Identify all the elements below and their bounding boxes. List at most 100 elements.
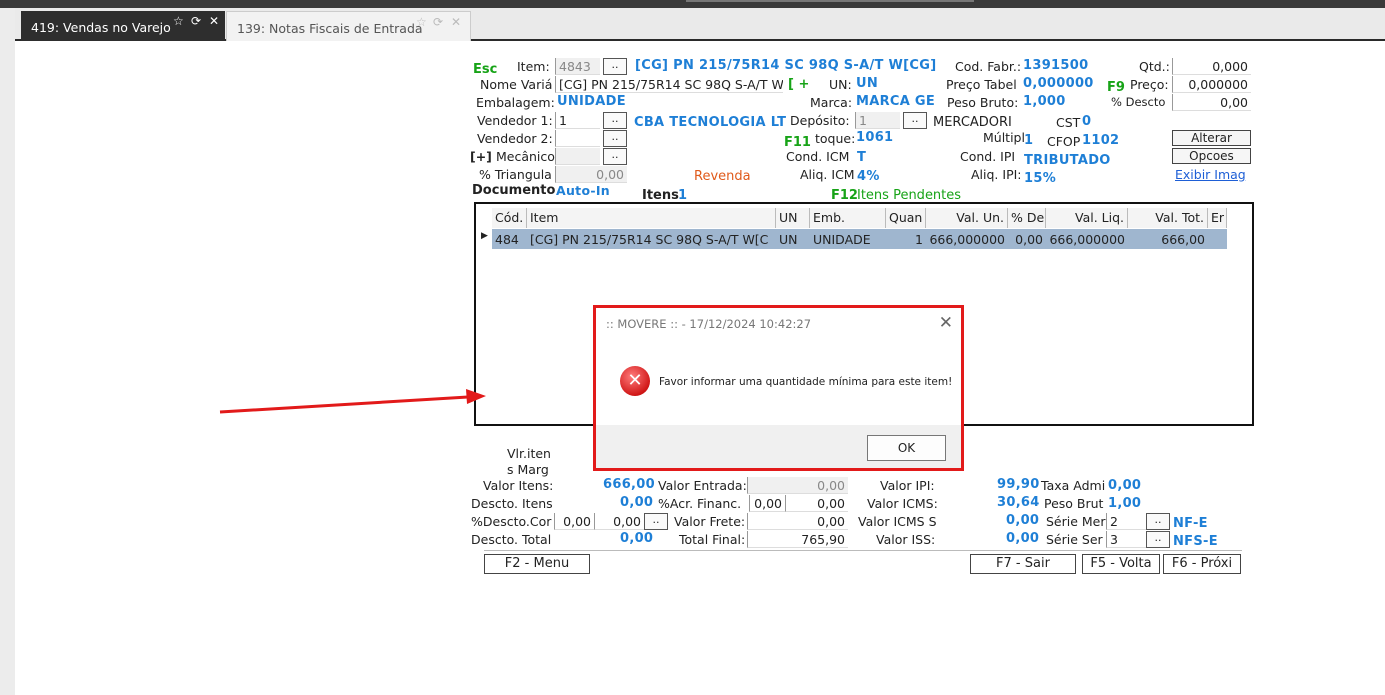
refresh-icon[interactable]: ⟳ <box>433 15 443 29</box>
descto-cor-value-field[interactable]: 0,00 <box>594 513 644 530</box>
nome-variacao-field[interactable]: [CG] PN 215/75R14 SC 98Q S-A/T W <box>555 76 783 93</box>
grid-header-quan[interactable]: Quan <box>886 208 926 228</box>
cond-icm-label: Cond. ICM <box>786 149 850 164</box>
cell-val-liq: 666,000000 <box>1049 232 1125 247</box>
mecanico-add-button[interactable]: [+] <box>470 149 492 164</box>
documento-value: Auto-In <box>556 183 610 198</box>
f9-hotkey: F9 <box>1107 80 1125 95</box>
dialog-message: Favor informar uma quantidade mínima par… <box>659 376 953 388</box>
left-side-strip <box>0 8 15 695</box>
opcoes-button[interactable]: Opcoes <box>1172 148 1251 164</box>
grid-header-emb[interactable]: Emb. <box>810 208 886 228</box>
refresh-icon[interactable]: ⟳ <box>191 14 201 28</box>
serie-ser-label: Série Ser <box>1046 532 1103 547</box>
cond-icm-value: T <box>857 150 867 165</box>
marca-value: MARCA GE <box>856 94 936 109</box>
peso-bruto-value: 1,000 <box>1023 94 1066 109</box>
pdescto-cor-field[interactable]: 0,00 <box>554 513 594 530</box>
grid-header-er[interactable]: Er <box>1208 208 1227 228</box>
total-final-field: 765,90 <box>747 531 848 548</box>
grid-header-val-liq[interactable]: Val. Liq. <box>1046 208 1128 228</box>
vendedor2-field[interactable] <box>555 130 600 147</box>
grid-header-val-un[interactable]: Val. Un. <box>926 208 1008 228</box>
grid-header-un[interactable]: UN <box>776 208 810 228</box>
f6-proximo-button[interactable]: F6 - Próxi <box>1163 554 1241 574</box>
deposito-field[interactable]: 1 <box>855 112 900 129</box>
tab-vendas-varejo[interactable]: 419: Vendas no Varejo ☆ ⟳ ✕ <box>21 11 225 41</box>
valor-iss-label: Valor ISS: <box>876 532 936 547</box>
aliq-ipi-value: 15% <box>1024 171 1057 186</box>
f7-sair-button[interactable]: F7 - Sair <box>970 554 1076 574</box>
vendedor2-lookup-button[interactable]: .. <box>603 130 627 147</box>
peso-bruto-label: Peso Bruto: <box>947 95 1019 110</box>
cst-label: CST <box>1056 115 1081 130</box>
exibir-imagem-link[interactable]: Exibir Imag <box>1175 167 1246 182</box>
mecanico-lookup-button[interactable]: .. <box>603 148 627 165</box>
tab-notas-fiscais[interactable]: 139: Notas Fiscais de Entrada ☆ ⟳ ✕ <box>226 11 471 41</box>
preco-tabel-value: 0,000000 <box>1023 76 1094 91</box>
marg-label: s Marg <box>507 462 549 477</box>
descto-total-value: 0,00 <box>620 531 654 546</box>
itens-pendentes-link[interactable]: Itens Pendentes <box>857 188 961 203</box>
address-bar-edge <box>686 0 974 2</box>
item-code-field[interactable]: 4843 <box>555 58 600 75</box>
grid-header-val-tot[interactable]: Val. Tot. <box>1128 208 1208 228</box>
mecanico-field[interactable] <box>555 148 600 165</box>
triangula-label: % Triangula <box>479 167 552 182</box>
grid-header-desc[interactable]: % De <box>1008 208 1046 228</box>
taxa-admi-label: Taxa Admi <box>1041 478 1106 493</box>
serie-ser-field[interactable]: 3 <box>1106 531 1146 548</box>
cod-fabr-value: 1391500 <box>1023 58 1089 73</box>
cell-quan: 1 <box>915 232 923 247</box>
preco-label: Preço: <box>1130 77 1169 92</box>
multipl-label: Múltipl <box>983 130 1025 145</box>
acr-financ-field[interactable]: 0,00 <box>749 495 785 512</box>
grid-header-cod[interactable]: Cód. <box>492 208 527 228</box>
dialog-content: ✕ Favor informar uma quantidade mínima p… <box>596 340 961 425</box>
item-description: [CG] PN 215/75R14 SC 98Q S-A/T W[CG] <box>635 58 937 73</box>
serie-mer-lookup-button[interactable]: .. <box>1146 513 1170 530</box>
close-icon[interactable]: ✕ <box>451 15 461 29</box>
valor-icms-s-label: Valor ICMS S <box>858 514 937 529</box>
cfop-label: CFOP <box>1047 134 1081 149</box>
close-icon[interactable]: ✕ <box>939 313 953 333</box>
acr-financ-value-field[interactable]: 0,00 <box>785 495 848 512</box>
valor-itens-label: Valor Itens: <box>483 478 554 493</box>
star-icon[interactable]: ☆ <box>416 15 427 29</box>
total-final-label: Total Final: <box>679 532 746 547</box>
tab-label: 139: Notas Fiscais de Entrada <box>237 21 423 36</box>
qtd-field[interactable]: 0,000 <box>1172 58 1251 75</box>
un-label: UN: <box>829 77 852 92</box>
alterar-button[interactable]: Alterar <box>1172 130 1251 146</box>
cell-un: UN <box>779 232 798 247</box>
descto-itens-value: 0,00 <box>620 495 654 510</box>
cond-ipi-value: TRIBUTADO <box>1024 153 1111 168</box>
add-variation-hotkey[interactable]: [ + <box>788 77 809 92</box>
valor-entrada-label: Valor Entrada: <box>658 478 747 493</box>
f2-menu-button[interactable]: F2 - Menu <box>484 554 590 574</box>
vendedor1-field[interactable]: 1 <box>555 112 600 129</box>
star-icon[interactable]: ☆ <box>173 14 184 28</box>
item-lookup-button[interactable]: .. <box>603 58 627 75</box>
serie-mer-field[interactable]: 2 <box>1106 513 1146 530</box>
dialog-title: :: MOVERE :: - 17/12/2024 10:42:27 <box>596 308 961 340</box>
serie-ser-lookup-button[interactable]: .. <box>1146 531 1170 548</box>
close-icon[interactable]: ✕ <box>209 14 219 28</box>
preco-field[interactable]: 0,000000 <box>1172 76 1251 93</box>
valor-frete-field[interactable]: 0,00 <box>747 513 848 530</box>
descto-field[interactable]: 0,00 <box>1172 94 1251 111</box>
grid-header-item[interactable]: Item <box>527 208 776 228</box>
preco-tabel-label: Preço Tabel <box>946 77 1017 92</box>
triangula-field[interactable]: 0,00 <box>555 166 627 183</box>
ok-button[interactable]: OK <box>867 435 946 461</box>
error-dialog[interactable]: :: MOVERE :: - 17/12/2024 10:42:27 ✕ ✕ F… <box>593 305 964 471</box>
cell-val-un: 666,000000 <box>929 232 1005 247</box>
f5-volta-button[interactable]: F5 - Volta <box>1082 554 1160 574</box>
deposito-lookup-button[interactable]: .. <box>903 112 927 129</box>
vendedor1-lookup-button[interactable]: .. <box>603 112 627 129</box>
valor-entrada-field[interactable]: 0,00 <box>747 477 848 494</box>
cell-desc: 0,00 <box>1015 232 1043 247</box>
descto-cor-lookup-button[interactable]: .. <box>644 513 668 530</box>
cell-cod: 484 <box>495 232 519 247</box>
un-value: UN <box>856 76 879 91</box>
